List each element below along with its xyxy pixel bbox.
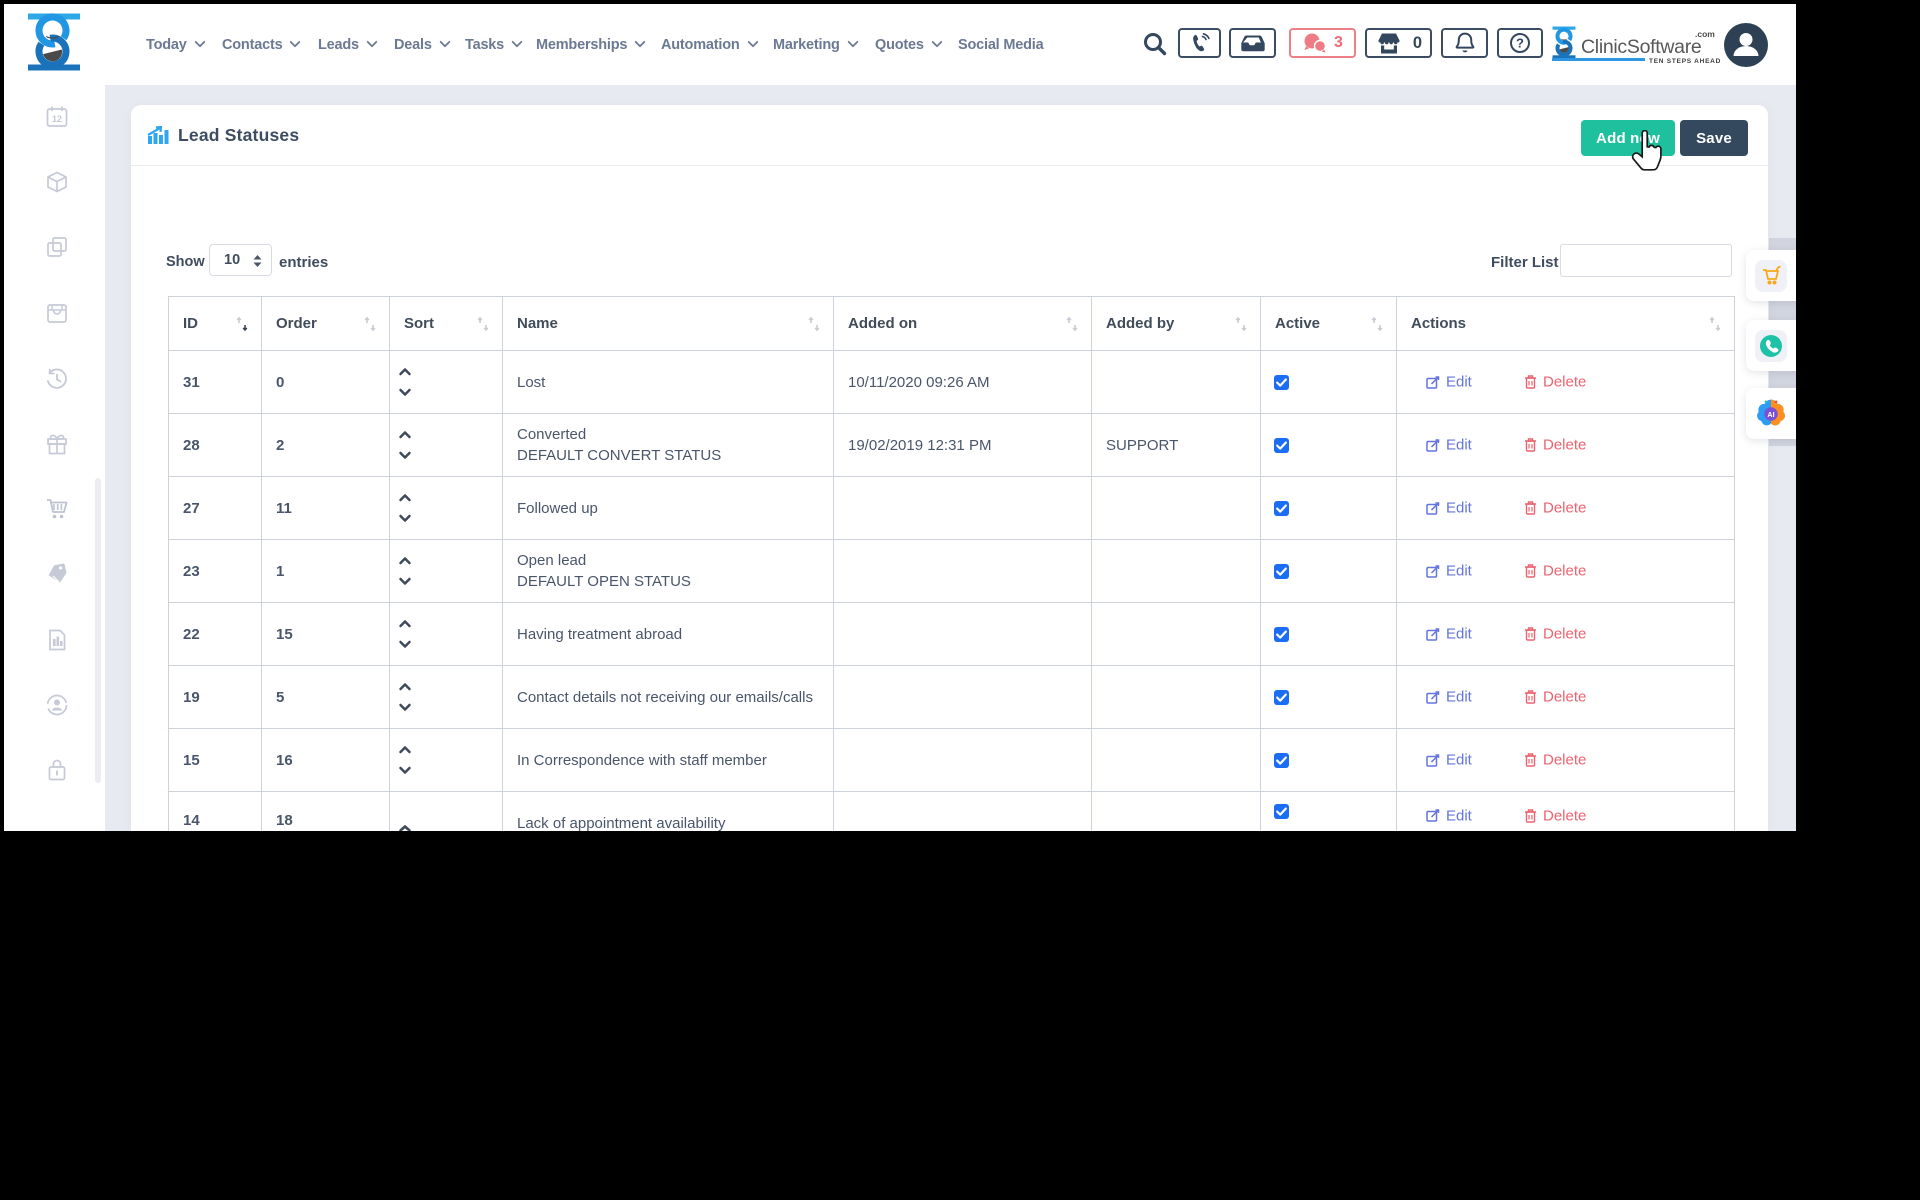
svg-text:AI: AI (1767, 411, 1774, 419)
svg-text:12: 12 (52, 114, 62, 124)
svg-text:?: ? (1516, 36, 1524, 51)
